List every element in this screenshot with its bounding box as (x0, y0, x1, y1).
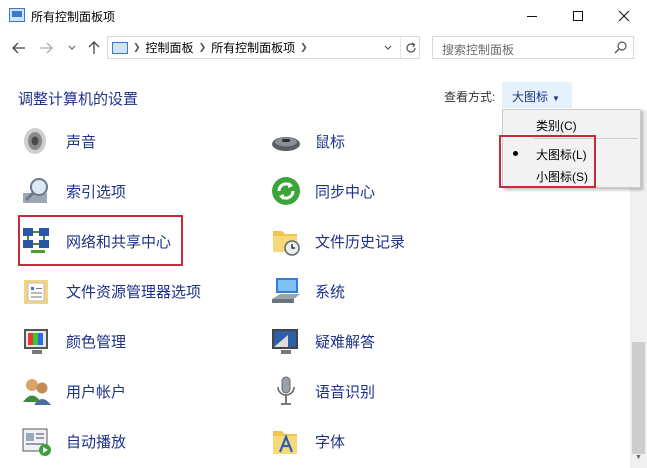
fonts-icon (270, 425, 302, 457)
address-bar[interactable]: ❯ 控制面板 ❯ 所有控制面板项 ❯ (107, 36, 420, 59)
folder-options-icon (21, 275, 53, 307)
item-indexing-options[interactable]: 索引选项 (21, 174, 126, 208)
item-label[interactable]: 自动播放 (66, 431, 126, 452)
menu-item-label: 类别(C) (536, 119, 577, 133)
maximize-icon (573, 11, 583, 21)
color-management-icon (21, 325, 53, 357)
minimize-button[interactable] (509, 0, 555, 32)
forward-button[interactable] (36, 38, 56, 58)
scrollbar-thumb[interactable] (632, 342, 645, 454)
item-label[interactable]: 颜色管理 (66, 331, 126, 352)
item-label[interactable]: 系统 (315, 281, 345, 302)
arrow-left-icon (12, 42, 25, 54)
chevron-down-icon (68, 45, 76, 50)
item-label[interactable]: 疑难解答 (315, 331, 375, 352)
item-label[interactable]: 用户帐户 (66, 381, 126, 402)
scroll-down-arrow-icon[interactable]: ▼ (630, 454, 647, 468)
window-title: 所有控制面板项 (31, 10, 116, 24)
item-label[interactable]: 同步中心 (315, 181, 375, 202)
page-title: 调整计算机的设置 (18, 91, 139, 108)
menu-item-category[interactable]: 类别(C) (503, 113, 640, 135)
up-button[interactable] (84, 38, 104, 58)
item-label[interactable]: 文件资源管理器选项 (66, 281, 201, 302)
speaker-icon (21, 125, 53, 157)
item-label[interactable]: 语音识别 (315, 381, 375, 402)
control-panel-app-icon (9, 8, 25, 22)
search-input[interactable]: 搜索控制面板 (432, 36, 634, 59)
users-icon (21, 375, 53, 407)
view-by-label: 查看方式: (444, 90, 496, 104)
sync-icon (270, 175, 302, 207)
item-label[interactable]: 鼠标 (315, 131, 345, 152)
highlight-menu-box (499, 135, 596, 188)
arrow-up-icon (88, 41, 100, 54)
item-system[interactable]: 系统 (270, 274, 345, 308)
item-color-management[interactable]: 颜色管理 (21, 324, 126, 358)
autoplay-icon (21, 425, 53, 457)
item-speech-recognition[interactable]: 语音识别 (270, 374, 375, 408)
item-label[interactable]: 文件历史记录 (315, 231, 405, 252)
back-button[interactable] (9, 38, 29, 58)
search-icon[interactable] (614, 40, 628, 54)
highlight-network-box (18, 215, 183, 266)
item-sync-center[interactable]: 同步中心 (270, 174, 375, 208)
refresh-icon (405, 41, 416, 53)
item-troubleshooting[interactable]: 疑难解答 (270, 324, 375, 358)
item-user-accounts[interactable]: 用户帐户 (21, 374, 126, 408)
breadcrumb-all-items[interactable]: 所有控制面板项 (211, 39, 295, 56)
item-sound[interactable]: 声音 (21, 124, 96, 158)
recent-locations-button[interactable] (62, 38, 82, 58)
close-icon (618, 10, 630, 22)
item-label[interactable]: 索引选项 (66, 181, 126, 202)
chevron-down-icon (384, 45, 392, 50)
maximize-button[interactable] (555, 0, 601, 32)
item-file-explorer-options[interactable]: 文件资源管理器选项 (21, 274, 201, 308)
system-icon (270, 275, 302, 307)
title-bar: 所有控制面板项 (0, 0, 647, 32)
navigation-bar: ❯ 控制面板 ❯ 所有控制面板项 ❯ 搜索控制面板 (0, 32, 647, 64)
minimize-icon (527, 15, 537, 17)
troubleshoot-icon (270, 325, 302, 357)
caret-down-icon: ▼ (552, 94, 560, 103)
refresh-button[interactable] (400, 37, 420, 58)
breadcrumb-separator-icon[interactable]: ❯ (133, 42, 141, 53)
control-panel-icon (112, 41, 128, 54)
breadcrumb-separator-icon[interactable]: ❯ (199, 42, 207, 53)
item-mouse[interactable]: 鼠标 (270, 124, 345, 158)
mouse-icon (270, 125, 302, 157)
close-button[interactable] (601, 0, 647, 32)
breadcrumb-separator-icon[interactable]: ❯ (300, 42, 308, 53)
arrow-right-icon (40, 42, 53, 54)
view-by-value: 大图标 (512, 90, 549, 104)
address-dropdown-button[interactable] (378, 37, 398, 58)
item-fonts[interactable]: 字体 (270, 424, 345, 458)
file-history-icon (270, 225, 302, 257)
item-file-history[interactable]: 文件历史记录 (270, 224, 405, 258)
item-label[interactable]: 字体 (315, 431, 345, 452)
search-placeholder: 搜索控制面板 (442, 43, 515, 57)
breadcrumb-control-panel[interactable]: 控制面板 (146, 39, 194, 56)
item-autoplay[interactable]: 自动播放 (21, 424, 126, 458)
index-search-icon (21, 175, 53, 207)
item-label[interactable]: 声音 (66, 131, 96, 152)
view-by-button[interactable]: 大图标 ▼ (502, 82, 572, 108)
microphone-icon (270, 375, 302, 407)
